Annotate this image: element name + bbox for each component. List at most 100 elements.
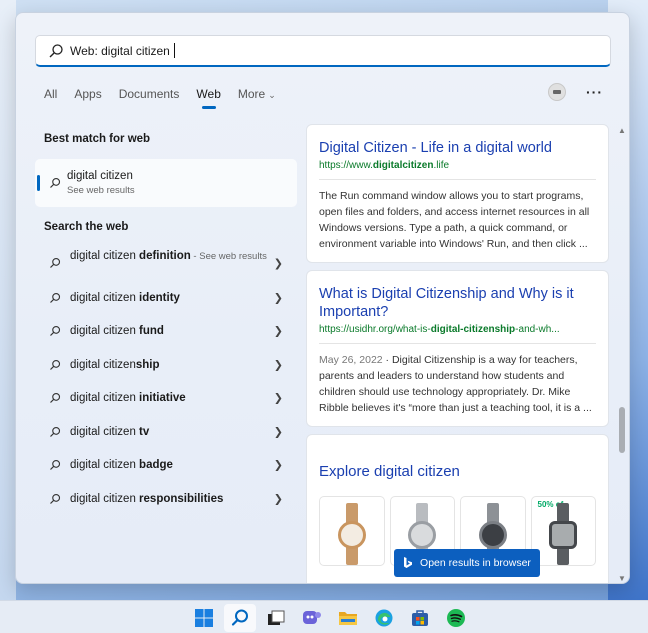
scroll-down-icon[interactable]: ▼ <box>618 574 626 583</box>
chevron-right-icon[interactable]: ❯ <box>274 358 283 371</box>
chevron-right-icon[interactable]: ❯ <box>274 257 283 270</box>
best-match-subtitle: See web results <box>67 185 135 196</box>
results-scrollbar[interactable]: ▲ ▼ <box>618 124 626 583</box>
spotify-icon[interactable] <box>440 604 472 632</box>
selection-indicator <box>37 175 40 191</box>
suggestion-label: digital citizenship <box>70 357 159 373</box>
search-icon <box>50 426 61 437</box>
result-card[interactable]: Digital Citizen - Life in a digital worl… <box>306 124 609 263</box>
search-icon <box>50 460 61 471</box>
watch-image <box>337 503 367 565</box>
watch-face <box>478 521 507 549</box>
windows-start-icon[interactable] <box>188 604 220 632</box>
result-title-link[interactable]: Digital Citizen - Life in a digital worl… <box>319 139 596 157</box>
tab-documents[interactable]: Documents <box>119 87 180 107</box>
search-web-heading: Search the web <box>44 221 129 233</box>
scroll-up-icon[interactable]: ▲ <box>618 126 626 135</box>
wallpaper-left <box>0 0 16 600</box>
tab-more[interactable]: More ⌄ <box>238 87 276 107</box>
suggestion-item[interactable]: digital citizen definition - See web res… <box>35 243 297 281</box>
suggestion-item[interactable]: digital citizen badge ❯ <box>35 449 297 483</box>
best-match-heading: Best match for web <box>44 133 151 145</box>
chevron-right-icon[interactable]: ❯ <box>274 492 283 505</box>
explore-title-link[interactable]: Explore digital citizen <box>319 463 596 480</box>
filter-tabs: All Apps Documents Web More ⌄ <box>44 87 293 107</box>
url-suffix: .life <box>433 160 450 171</box>
url-prefix: https://usidhr.org/what-is- <box>319 324 431 335</box>
tab-apps[interactable]: Apps <box>74 87 101 107</box>
search-icon <box>50 393 61 404</box>
url-bold: digital-citizenship <box>430 324 516 335</box>
suggestion-item[interactable]: digital citizen identity ❯ <box>35 281 297 315</box>
scroll-thumb[interactable] <box>619 407 625 453</box>
open-results-in-browser-button[interactable]: Open results in browser <box>394 549 540 577</box>
product-thumbnail[interactable] <box>319 496 385 566</box>
suggestion-item[interactable]: digital citizen fund ❯ <box>35 315 297 349</box>
suggestion-label: digital citizen responsibilities <box>70 491 223 507</box>
suggestion-label: digital citizen identity <box>70 290 180 306</box>
suggestion-label: digital citizen tv <box>70 424 149 440</box>
suggestion-bold: identity <box>139 291 180 304</box>
suggestion-prefix: digital citizen <box>70 325 140 338</box>
watch-face <box>408 521 437 549</box>
product-thumbnail[interactable]: 50% of <box>530 496 596 566</box>
suggestion-item[interactable]: digital citizen initiative ❯ <box>35 382 297 416</box>
suggestion-bold: definition <box>139 250 191 262</box>
edge-icon[interactable] <box>368 604 400 632</box>
suggestion-label: digital citizen badge <box>70 457 173 473</box>
suggestion-prefix: digital citizen <box>70 291 140 304</box>
url-prefix: https://www. <box>319 160 373 171</box>
chevron-right-icon[interactable]: ❯ <box>274 291 283 304</box>
result-date: May 26, 2022 <box>319 354 383 366</box>
more-options-icon[interactable]: ··· <box>586 84 603 100</box>
taskbar-icons <box>188 604 472 632</box>
top-right-controls: ··· <box>548 83 603 101</box>
suggestion-suffix: - See web results <box>190 251 267 262</box>
teams-chat-icon[interactable] <box>296 604 328 632</box>
result-url[interactable]: https://usidhr.org/what-is-digital-citiz… <box>319 324 596 335</box>
best-match-item[interactable]: digital citizen See web results <box>35 159 297 207</box>
web-results-pane: Digital Citizen - Life in a digital worl… <box>306 124 609 583</box>
search-query: Web: digital citizen <box>70 43 170 58</box>
tab-more-label: More <box>237 87 266 101</box>
chevron-right-icon[interactable]: ❯ <box>274 459 283 472</box>
result-card[interactable]: What is Digital Citizenship and Why is i… <box>306 270 609 427</box>
suggestion-prefix: digital citizen <box>70 459 140 472</box>
suggestion-item[interactable]: digital citizen tv ❯ <box>35 415 297 449</box>
suggestion-bold: initiative <box>139 392 186 405</box>
microsoft-store-icon[interactable] <box>404 604 436 632</box>
suggestion-prefix: digital citizen <box>70 425 140 438</box>
search-icon <box>50 326 61 337</box>
search-panel: Web: digital citizen All Apps Documents … <box>15 12 630 584</box>
suggestion-bold: badge <box>139 459 173 472</box>
taskbar <box>0 600 648 633</box>
search-icon <box>50 177 61 188</box>
search-icon[interactable] <box>224 604 256 632</box>
account-avatar[interactable] <box>548 83 566 101</box>
suggestion-item[interactable]: digital citizen responsibilities ❯ <box>35 482 297 516</box>
task-view-icon[interactable] <box>260 604 292 632</box>
result-title-link[interactable]: What is Digital Citizenship and Why is i… <box>319 285 596 321</box>
suggestion-label: digital citizen initiative <box>70 390 186 406</box>
result-snippet: The Run command window allows you to sta… <box>319 190 590 250</box>
tab-web[interactable]: Web <box>196 87 220 107</box>
file-explorer-icon[interactable] <box>332 604 364 632</box>
open-button-label: Open results in browser <box>420 557 531 569</box>
suggestion-item[interactable]: digital citizenship ❯ <box>35 348 297 382</box>
watch-face <box>549 521 578 549</box>
suggestion-prefix: digital citizen <box>70 358 136 371</box>
result-url[interactable]: https://www.digitalcitizen.life <box>319 160 596 171</box>
bing-icon <box>404 557 413 568</box>
best-match-title: digital citizen <box>67 170 133 182</box>
divider <box>319 179 596 180</box>
search-icon <box>50 257 61 268</box>
chevron-right-icon[interactable]: ❯ <box>274 392 283 405</box>
text-caret <box>173 43 175 58</box>
result-snippet: May 26, 2022 · Digital Citizenship is a … <box>319 352 596 416</box>
suggestion-bold: fund <box>139 325 164 338</box>
search-input[interactable]: Web: digital citizen <box>35 35 611 67</box>
chevron-right-icon[interactable]: ❯ <box>274 325 283 338</box>
tab-all[interactable]: All <box>44 87 57 107</box>
search-icon <box>49 43 63 57</box>
chevron-right-icon[interactable]: ❯ <box>274 425 283 438</box>
